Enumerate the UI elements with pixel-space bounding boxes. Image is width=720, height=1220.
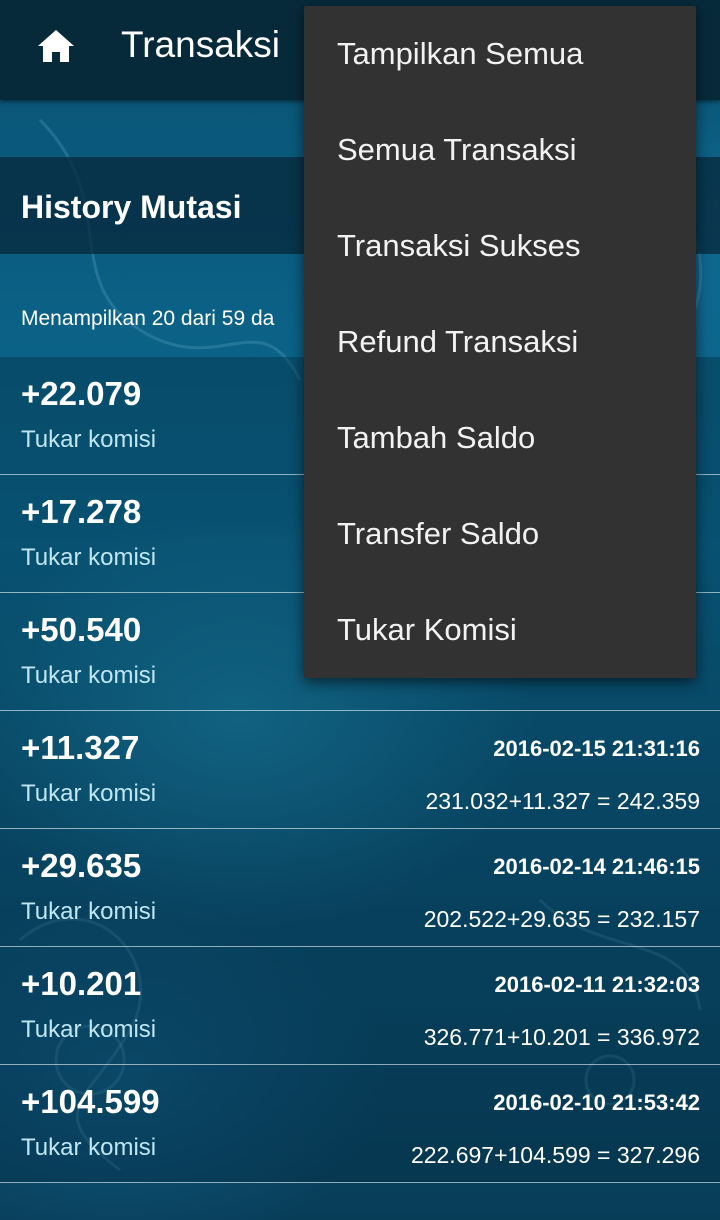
transaction-description: Tukar komisi (21, 662, 157, 689)
transaction-description: Tukar komisi (21, 1134, 157, 1161)
transaction-description: Tukar komisi (21, 780, 157, 807)
transaction-description: Tukar komisi (21, 426, 157, 453)
transaction-row[interactable]: +29.635 Tukar komisi 2016-02-14 21:46:15… (0, 829, 720, 947)
transaction-amount: +50.540 (21, 611, 142, 648)
transaction-row[interactable]: +10.201 Tukar komisi 2016-02-11 21:32:03… (0, 947, 720, 1065)
section-title: History Mutasi (21, 189, 242, 225)
transaction-date: 2016-02-14 21:46:15 (493, 854, 700, 879)
transaction-amount: +104.599 (21, 1083, 160, 1120)
filter-dropdown-menu: Tampilkan Semua Semua Transaksi Transaks… (304, 6, 696, 678)
transaction-amount: +22.079 (21, 375, 142, 412)
transaction-balance-calc: 222.697+104.599 = 327.296 (410, 1142, 700, 1168)
transaction-date: 2016-02-11 21:32:03 (494, 972, 701, 997)
transaction-amount: +17.278 (21, 493, 142, 530)
transaction-amount: +29.635 (21, 847, 142, 884)
transaction-amount: +11.327 (21, 729, 140, 766)
menu-item-refund-transaksi[interactable]: Refund Transaksi (304, 294, 696, 390)
home-icon[interactable] (36, 28, 76, 64)
transaction-balance-calc: 326.771+10.201 = 336.972 (423, 1024, 700, 1050)
menu-item-semua-transaksi[interactable]: Semua Transaksi (304, 102, 696, 198)
menu-item-tukar-komisi[interactable]: Tukar Komisi (304, 582, 696, 678)
transaction-description: Tukar komisi (21, 898, 157, 925)
pagination-info: Menampilkan 20 dari 59 da (21, 307, 275, 330)
transaction-date: 2016-02-15 21:31:16 (493, 736, 700, 761)
transaction-balance-calc: 202.522+29.635 = 232.157 (423, 906, 700, 932)
menu-item-transaksi-sukses[interactable]: Transaksi Sukses (304, 198, 696, 294)
transaction-row[interactable]: +11.327 Tukar komisi 2016-02-15 21:31:16… (0, 711, 720, 829)
menu-item-transfer-saldo[interactable]: Transfer Saldo (304, 486, 696, 582)
transaction-row[interactable]: +104.599 Tukar komisi 2016-02-10 21:53:4… (0, 1065, 720, 1183)
menu-item-tampilkan-semua[interactable]: Tampilkan Semua (304, 6, 696, 102)
menu-item-tambah-saldo[interactable]: Tambah Saldo (304, 390, 696, 486)
transaction-balance-calc: 231.032+11.327 = 242.359 (425, 788, 700, 814)
transaction-amount: +10.201 (21, 965, 142, 1002)
transaction-description: Tukar komisi (21, 1016, 157, 1043)
page-title: Transaksi (121, 24, 281, 65)
transaction-date: 2016-02-10 21:53:42 (493, 1090, 700, 1115)
transaction-description: Tukar komisi (21, 544, 157, 571)
